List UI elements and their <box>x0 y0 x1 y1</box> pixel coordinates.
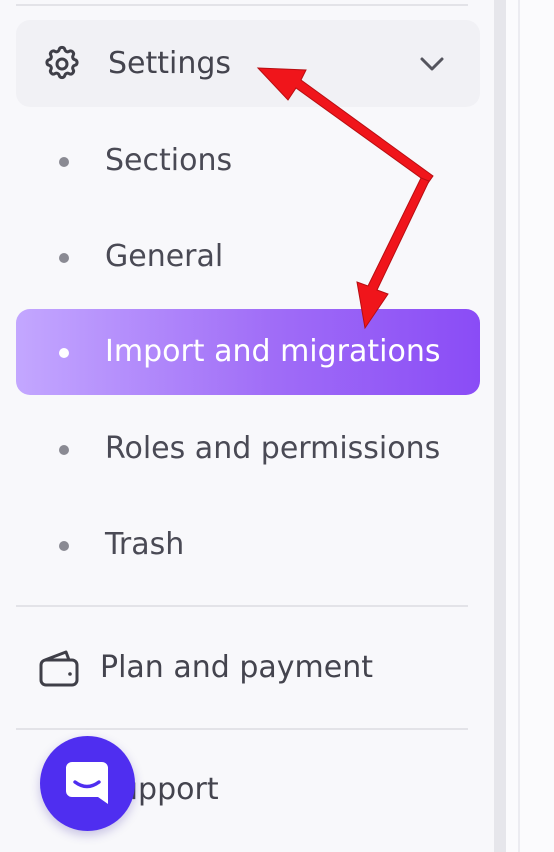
sidebar-item-sections[interactable]: Sections <box>16 118 480 204</box>
chat-smile-icon <box>66 762 108 804</box>
bullet-icon <box>59 157 69 167</box>
chevron-down-icon[interactable] <box>416 50 448 78</box>
sidebar-item-plan-and-payment[interactable]: Plan and payment <box>16 620 480 714</box>
section-divider <box>16 605 468 607</box>
sidebar-item-import-and-migrations[interactable]: Import and migrations <box>16 309 480 395</box>
top-divider <box>16 4 468 6</box>
settings-label: Settings <box>108 46 232 81</box>
sidebar-item-label: General <box>105 239 224 274</box>
sidebar-item-trash[interactable]: Trash <box>16 502 480 588</box>
sidebar-item-roles-and-permissions[interactable]: Roles and permissions <box>16 406 480 492</box>
bullet-icon <box>59 348 69 358</box>
bullet-icon <box>59 445 69 455</box>
sidebar-item-general[interactable]: General <box>16 214 480 300</box>
gear-icon <box>45 45 79 80</box>
sidebar-item-label: Plan and payment <box>100 650 373 685</box>
wallet-icon <box>39 650 79 687</box>
sidebar-border <box>494 0 506 852</box>
main-content-edge <box>506 0 554 852</box>
sidebar-item-label: Roles and permissions <box>105 431 441 466</box>
bullet-icon <box>59 541 69 551</box>
chat-widget-button[interactable] <box>40 736 135 831</box>
content-edge-line <box>518 0 520 852</box>
sidebar-item-settings[interactable]: Settings <box>16 20 480 107</box>
section-divider <box>16 728 468 730</box>
sidebar-item-label: Trash <box>105 527 185 562</box>
sidebar-item-label: Sections <box>105 143 233 178</box>
sidebar: Settings Sections General Import and mig… <box>0 0 494 852</box>
sidebar-item-label: Import and migrations <box>105 334 441 369</box>
bullet-icon <box>59 253 69 263</box>
